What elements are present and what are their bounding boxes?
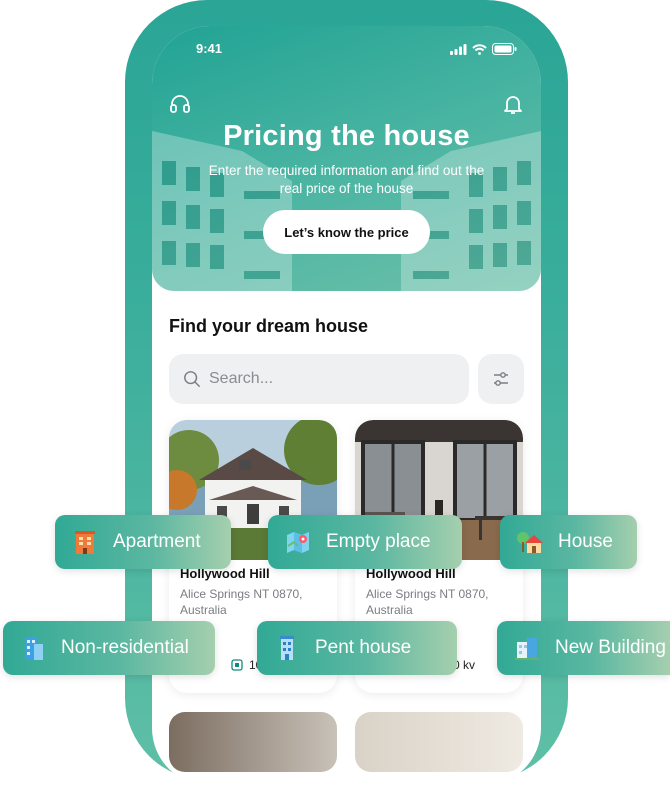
category-chip-pent-house[interactable]: Pent house <box>257 621 457 675</box>
hero-subtitle: Enter the required information and find … <box>208 163 485 196</box>
tower-icon <box>280 636 294 660</box>
hero-title: Pricing the house <box>223 120 470 152</box>
hero-banner: 9:41 Pricing the house Enter the require… <box>152 26 541 291</box>
status-bar: 9:41 <box>196 41 517 59</box>
search-bar[interactable]: Search... <box>169 354 469 404</box>
know-price-button[interactable]: Let’s know the price <box>263 210 430 254</box>
category-chip-house[interactable]: House <box>500 515 637 569</box>
chip-label: Empty place <box>326 531 431 552</box>
status-time: 9:41 <box>196 41 223 56</box>
chip-label: Pent house <box>315 637 412 658</box>
chip-label: New Building <box>555 637 666 658</box>
map-icon <box>287 532 309 553</box>
listing-address: Alice Springs NT 0870, Australia <box>180 587 303 617</box>
chip-label: House <box>558 531 613 552</box>
filter-button[interactable] <box>478 354 524 404</box>
chip-label: Apartment <box>113 531 201 552</box>
headset-icon[interactable] <box>168 92 192 116</box>
search-placeholder: Search... <box>209 370 274 387</box>
house-icon <box>517 532 543 553</box>
listing-address: Alice Springs NT 0870, Australia <box>366 587 489 617</box>
category-chip-new-building[interactable]: New Building <box>497 621 670 675</box>
office-building-icon <box>25 637 43 660</box>
area-icon <box>231 659 243 671</box>
chip-label: Non-residential <box>61 637 189 658</box>
bell-icon[interactable] <box>501 92 525 116</box>
listing-card-partial[interactable] <box>169 712 337 772</box>
battery-icon <box>492 43 517 55</box>
apartment-icon <box>75 531 95 554</box>
new-building-icon <box>515 638 539 660</box>
category-chip-non-residential[interactable]: Non-residential <box>3 621 215 675</box>
signal-icon <box>450 43 467 55</box>
filter-sliders-icon <box>494 372 508 386</box>
category-chip-empty-place[interactable]: Empty place <box>268 515 462 569</box>
wifi-icon <box>472 43 487 55</box>
category-chip-apartment[interactable]: Apartment <box>55 515 231 569</box>
search-icon <box>184 371 200 387</box>
listing-card-partial[interactable] <box>355 712 523 772</box>
section-title: Find your dream house <box>169 316 369 336</box>
